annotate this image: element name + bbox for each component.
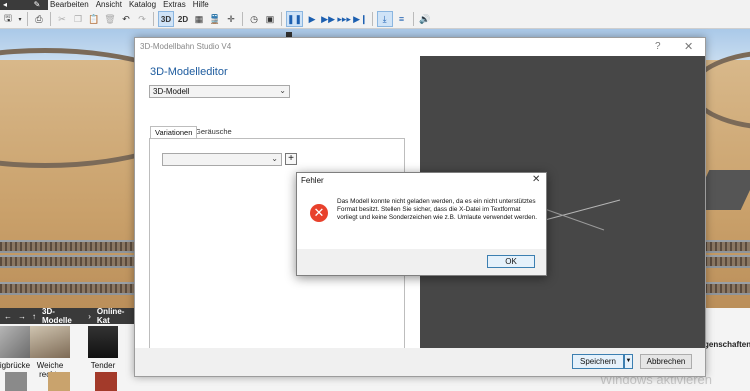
properties-panel-label: genschaften z [704, 340, 750, 349]
redo-icon[interactable]: ↷ [135, 12, 149, 26]
catalog-item-label: Tender [90, 361, 116, 370]
download-icon[interactable]: ⤓ [376, 11, 393, 27]
scene-track [700, 240, 750, 253]
error-icon: ✕ [310, 204, 328, 222]
tab-variationen[interactable]: Variationen [150, 126, 198, 138]
model-type-value: 3D-Modell [153, 87, 190, 96]
catalog-breadcrumb: ← → ↑ 3D-Modelle › Online-Kat [0, 307, 135, 325]
print-icon[interactable]: ⎙ [32, 12, 46, 26]
catalog-thumbnail [30, 326, 70, 358]
cancel-button[interactable]: Abbrechen [640, 354, 692, 369]
dropdown-icon[interactable]: ▾ [17, 12, 23, 26]
toolbar-separator [371, 12, 373, 26]
back-icon[interactable]: ← [4, 312, 12, 321]
play-icon[interactable]: ▶ [305, 12, 319, 26]
app-menu-icon[interactable]: ◂ [0, 0, 26, 10]
scene-track [0, 255, 150, 268]
error-dialog: Fehler ✕ ✕ Das Modell konnte nicht gelad… [296, 172, 547, 276]
variation-select[interactable]: ⌄ [162, 153, 282, 166]
catalog-thumbnail[interactable] [5, 372, 27, 391]
copy-icon[interactable]: ❐ [71, 12, 85, 26]
error-close-button[interactable]: ✕ [532, 174, 540, 185]
page-title: 3D-Modelleditor [150, 66, 228, 78]
breadcrumb-item[interactable]: Online-Kat [97, 307, 135, 325]
menu-ansicht[interactable]: Ansicht [96, 0, 122, 10]
catalog-thumbnail [88, 326, 118, 358]
faster-forward-icon[interactable]: ▸▸▸ [337, 12, 351, 26]
crosshair-icon[interactable]: ✛ [224, 12, 238, 26]
train-icon[interactable]: 🚆 [208, 12, 222, 26]
toolbar-icons: 🖫 ▾ ⎙ ✂ ❐ 📋 🗑 ↶ ↷ 3D 2D ▦ 🚆 ✛ ◷ ▣ ❚❚ ▶ ▶… [0, 11, 433, 27]
scene-track [700, 255, 750, 268]
grid-icon[interactable]: ▦ [192, 12, 206, 26]
tab-geraeusche[interactable]: Geräusche [191, 126, 236, 138]
toolbar-separator [281, 12, 282, 26]
chevron-right-icon: › [88, 311, 91, 321]
scene-track [0, 240, 150, 253]
delete-icon[interactable]: 🗑 [103, 12, 117, 26]
chevron-down-icon: ⌄ [271, 154, 278, 163]
add-variation-button[interactable]: + [285, 153, 297, 165]
chevron-down-icon: ⌄ [279, 86, 286, 95]
dialog-title: 3D-Modellbahn Studio V4 [140, 42, 232, 51]
menu-bar: Bearbeiten Ansicht Katalog Extras Hilfe [50, 0, 209, 10]
undo-icon[interactable]: ↶ [119, 12, 133, 26]
pause-icon[interactable]: ❚❚ [286, 11, 304, 27]
save-dropdown-arrow-icon[interactable]: ▼ [624, 354, 633, 369]
clock-icon[interactable]: ◷ [247, 12, 261, 26]
view-3d-button[interactable]: 3D [158, 11, 174, 27]
dialog-titlebar: 3D-Modellbahn Studio V4 ? ✕ [135, 38, 705, 56]
error-dialog-title: Fehler [301, 176, 324, 185]
error-message: Das Modell konnte nicht geladen werden, … [337, 198, 537, 222]
close-button[interactable]: ✕ [684, 40, 693, 53]
scene-track [0, 282, 150, 295]
catalog-thumbnail[interactable] [48, 372, 70, 391]
dialog-footer: Speichern ▼ Abbrechen [135, 348, 705, 376]
ok-button[interactable]: OK [487, 255, 535, 268]
main-toolbar: ◂ ✎ Bearbeiten Ansicht Katalog Extras Hi… [0, 0, 750, 29]
script-icon[interactable]: ▣ [263, 12, 277, 26]
toolbar-separator [27, 12, 28, 26]
toolbar-separator [153, 12, 154, 26]
edit-mode-icon[interactable]: ✎ [26, 0, 48, 10]
forward-icon[interactable]: → [18, 312, 26, 321]
save-icon[interactable]: 🖫 [1, 12, 15, 26]
menu-lines-icon[interactable]: ≡ [395, 12, 409, 26]
toolbar-separator [50, 12, 51, 26]
help-button[interactable]: ? [655, 41, 661, 52]
menu-extras[interactable]: Extras [163, 0, 186, 10]
model-type-select[interactable]: 3D-Modell ⌄ [149, 85, 290, 98]
toolbar-separator [242, 12, 243, 26]
menu-hilfe[interactable]: Hilfe [193, 0, 209, 10]
catalog-thumbnail[interactable] [95, 372, 117, 391]
volume-icon[interactable]: 🔊 [418, 12, 432, 26]
view-2d-button[interactable]: 2D [176, 12, 190, 26]
save-button[interactable]: Speichern [572, 354, 624, 369]
skip-end-icon[interactable]: ▶❙ [353, 12, 367, 26]
error-dialog-footer: OK [297, 249, 546, 275]
toolbar-separator [412, 12, 414, 26]
menu-katalog[interactable]: Katalog [129, 0, 156, 10]
paste-icon[interactable]: 📋 [87, 12, 101, 26]
scene-track [700, 282, 750, 295]
up-icon[interactable]: ↑ [32, 312, 36, 321]
catalog-item[interactable]: Tender [78, 326, 128, 370]
cut-icon[interactable]: ✂ [55, 12, 69, 26]
breadcrumb-item[interactable]: 3D-Modelle [42, 307, 82, 325]
menu-bearbeiten[interactable]: Bearbeiten [50, 0, 89, 10]
fast-forward-icon[interactable]: ▶▶ [321, 12, 335, 26]
